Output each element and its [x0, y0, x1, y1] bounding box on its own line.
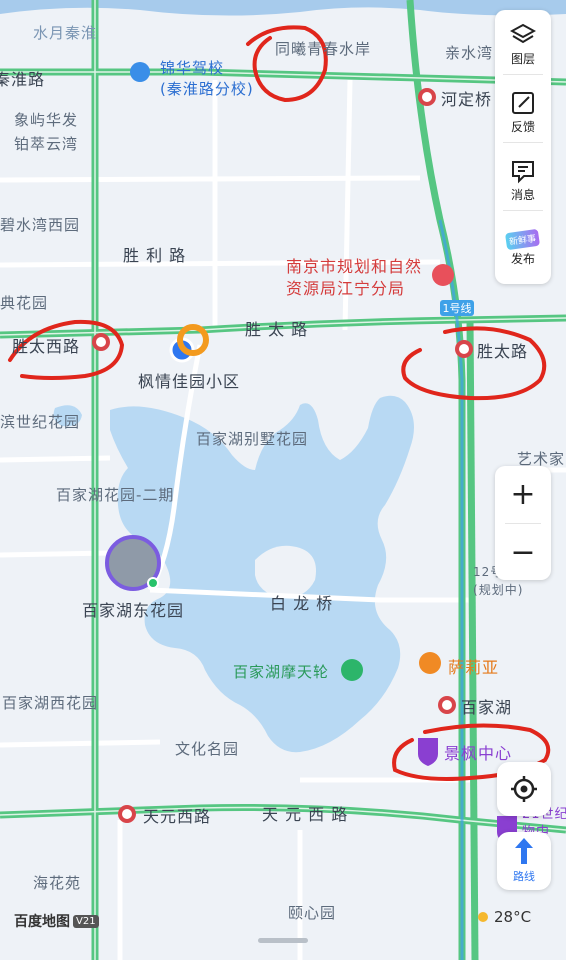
- place-label: 水月秦淮: [33, 24, 98, 42]
- message-icon: [512, 161, 534, 184]
- place-label-baijiahu-east[interactable]: 百家湖东花园: [82, 597, 184, 621]
- poi-label-planning-line1: 南京市规划和自然: [286, 257, 423, 276]
- planning-bureau-icon[interactable]: [432, 264, 454, 286]
- brand-logo: 百度地图 V21: [14, 911, 99, 931]
- metro-station-icon[interactable]: [118, 805, 136, 823]
- school-icon[interactable]: [130, 62, 150, 82]
- place-label: 同曦青春水岸: [275, 40, 372, 58]
- place-label: 亲水湾: [445, 44, 494, 62]
- layers-icon: [510, 23, 536, 44]
- layers-button[interactable]: 图层: [495, 22, 551, 75]
- home-indicator: [258, 938, 308, 943]
- locate-button[interactable]: [497, 762, 551, 816]
- messages-label: 消息: [510, 188, 535, 202]
- divider: [503, 210, 543, 211]
- place-label: 碧水湾西园: [0, 216, 81, 234]
- route-arrow-icon: [515, 838, 533, 864]
- poi-label-planning-line2: 资源局江宁分局: [286, 279, 406, 298]
- user-avatar-status: [147, 577, 159, 589]
- road-label-tianyuan-west: 天 元 西 路: [262, 805, 349, 824]
- crosshair-icon: [511, 776, 537, 802]
- metro-label-hedingqiao: 河定桥: [441, 90, 493, 109]
- metro-label-tianyuan-west: 天元西路: [143, 807, 212, 826]
- road-label-shengli: 胜 利 路: [123, 246, 187, 265]
- poi-label-ferris-wheel[interactable]: 百家湖摩天轮: [233, 661, 329, 682]
- new-badge-icon: 新鲜事: [505, 228, 541, 251]
- publish-label: 发布: [510, 252, 535, 266]
- divider: [503, 142, 543, 143]
- place-label-line: ): [517, 583, 524, 597]
- feedback-label: 反馈: [510, 120, 535, 134]
- road-label-shengtai: 胜 太 路: [245, 320, 309, 339]
- place-label-line: 象屿华发: [14, 111, 79, 129]
- zoom-out-button[interactable]: −: [495, 524, 551, 580]
- poi-label-jinhua-line2: (秦淮路分校): [160, 80, 254, 98]
- place-label: 典花园: [0, 294, 49, 312]
- layers-label: 图层: [510, 52, 535, 66]
- feedback-button[interactable]: 反馈: [495, 90, 551, 143]
- shopping-bag-icon[interactable]: [418, 738, 438, 766]
- metro-station-icon[interactable]: [438, 696, 456, 714]
- place-label: 百家湖西花园: [2, 694, 99, 712]
- place-label-line: 铂萃云湾: [14, 135, 79, 153]
- restaurant-icon[interactable]: [419, 652, 441, 674]
- sun-icon: [478, 912, 488, 922]
- road-label-qinhuai: 秦淮路: [0, 70, 46, 89]
- place-label: 海花苑: [33, 874, 82, 892]
- publish-button[interactable]: 新鲜事 发布: [495, 228, 551, 267]
- place-label: 百家湖别墅花园: [196, 430, 309, 448]
- metro-station-icon[interactable]: [455, 340, 473, 358]
- metro-line-badge-text: 1号线: [443, 301, 472, 315]
- road-label-bailong-bridge: 白 龙 桥: [270, 594, 334, 613]
- poi-label-planning-bureau[interactable]: 南京市规划和自然 资源局江宁分局: [286, 256, 422, 300]
- metro-label-shengtai: 胜太路: [477, 342, 529, 361]
- place-label-fengqing[interactable]: 枫情佳园小区: [138, 368, 240, 392]
- place-label: 滨世纪花园: [0, 413, 81, 431]
- metro-station-icon[interactable]: [418, 88, 436, 106]
- route-button[interactable]: 路线: [497, 832, 551, 890]
- brand-name: 百度地图: [14, 914, 70, 930]
- zoom-in-button[interactable]: +: [495, 466, 551, 522]
- metro-station-icon[interactable]: [92, 333, 110, 351]
- poi-label-jinhua[interactable]: 锦华驾校 (秦淮路分校): [160, 58, 254, 100]
- poi-label-jingfeng[interactable]: 景枫中心: [444, 740, 512, 764]
- route-label: 路线: [513, 870, 535, 883]
- metro-label-baijiahu: 百家湖: [461, 698, 513, 717]
- metro-label-shengtai-west: 胜太西路: [12, 337, 81, 356]
- temperature: 28°C: [494, 908, 532, 926]
- place-label: 颐心园: [288, 904, 337, 922]
- place-label: 文化名园: [175, 740, 240, 758]
- weather-widget[interactable]: 28°C: [478, 908, 531, 926]
- zoom-control: + −: [495, 466, 551, 580]
- place-label: 百家湖花园-二期: [56, 486, 175, 504]
- place-label-line: 规划中: [478, 583, 518, 597]
- ferris-wheel-icon[interactable]: [341, 659, 363, 681]
- tool-panel: 图层 反馈 消息 新鲜事 发布: [495, 10, 551, 284]
- poi-label-sally[interactable]: 萨莉亚: [448, 654, 499, 678]
- place-label: 象屿华发 铂萃云湾: [14, 108, 78, 156]
- edit-icon: [512, 92, 534, 114]
- poi-label-jinhua-line1: 锦华驾校: [160, 59, 225, 77]
- messages-button[interactable]: 消息: [495, 158, 551, 211]
- brand-version: V21: [73, 914, 99, 928]
- divider: [503, 74, 543, 75]
- river-top: [0, 0, 566, 16]
